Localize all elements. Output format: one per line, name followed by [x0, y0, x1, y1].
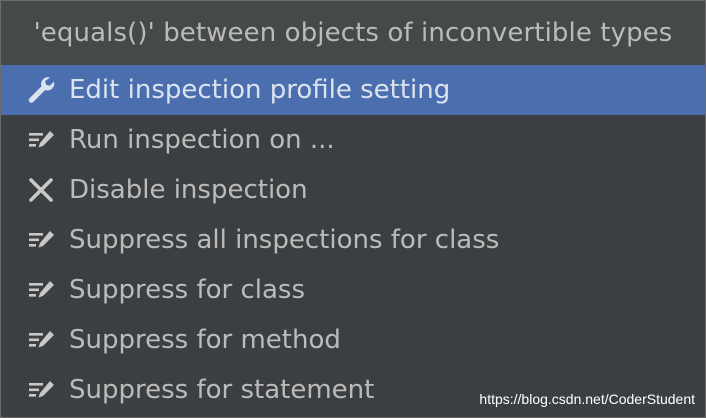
menu-item-run-inspection-on[interactable]: Run inspection on ... [1, 115, 705, 165]
edit-lines-icon [25, 374, 57, 406]
edit-lines-icon [25, 324, 57, 356]
menu-item-edit-inspection-profile-setting[interactable]: Edit inspection profile setting [1, 65, 705, 115]
menu-item-label: Run inspection on ... [69, 125, 335, 155]
menu-item-label: Suppress for method [69, 325, 341, 355]
menu-item-label: Suppress for class [69, 275, 306, 305]
popup-title: 'equals()' between objects of inconverti… [1, 1, 705, 65]
menu-item-suppress-for-class[interactable]: Suppress for class [1, 265, 705, 315]
menu-item-label: Suppress all inspections for class [69, 225, 500, 255]
menu-item-suppress-for-statement[interactable]: Suppress for statement [1, 365, 705, 415]
intention-popup: 'equals()' between objects of inconverti… [0, 0, 706, 418]
edit-lines-icon [25, 224, 57, 256]
menu-item-suppress-for-method[interactable]: Suppress for method [1, 315, 705, 365]
edit-lines-icon [25, 124, 57, 156]
menu-item-suppress-all-inspections-for-class[interactable]: Suppress all inspections for class [1, 215, 705, 265]
menu-item-label: Edit inspection profile setting [69, 75, 451, 105]
intention-menu: Edit inspection profile setting Run insp… [1, 65, 705, 415]
menu-item-disable-inspection[interactable]: Disable inspection [1, 165, 705, 215]
watermark-text: https://blog.csdn.net/CoderStudent [479, 391, 695, 407]
menu-item-label: Suppress for statement [69, 375, 375, 405]
wrench-icon [25, 74, 57, 106]
close-icon [25, 174, 57, 206]
menu-item-label: Disable inspection [69, 175, 308, 205]
edit-lines-icon [25, 274, 57, 306]
